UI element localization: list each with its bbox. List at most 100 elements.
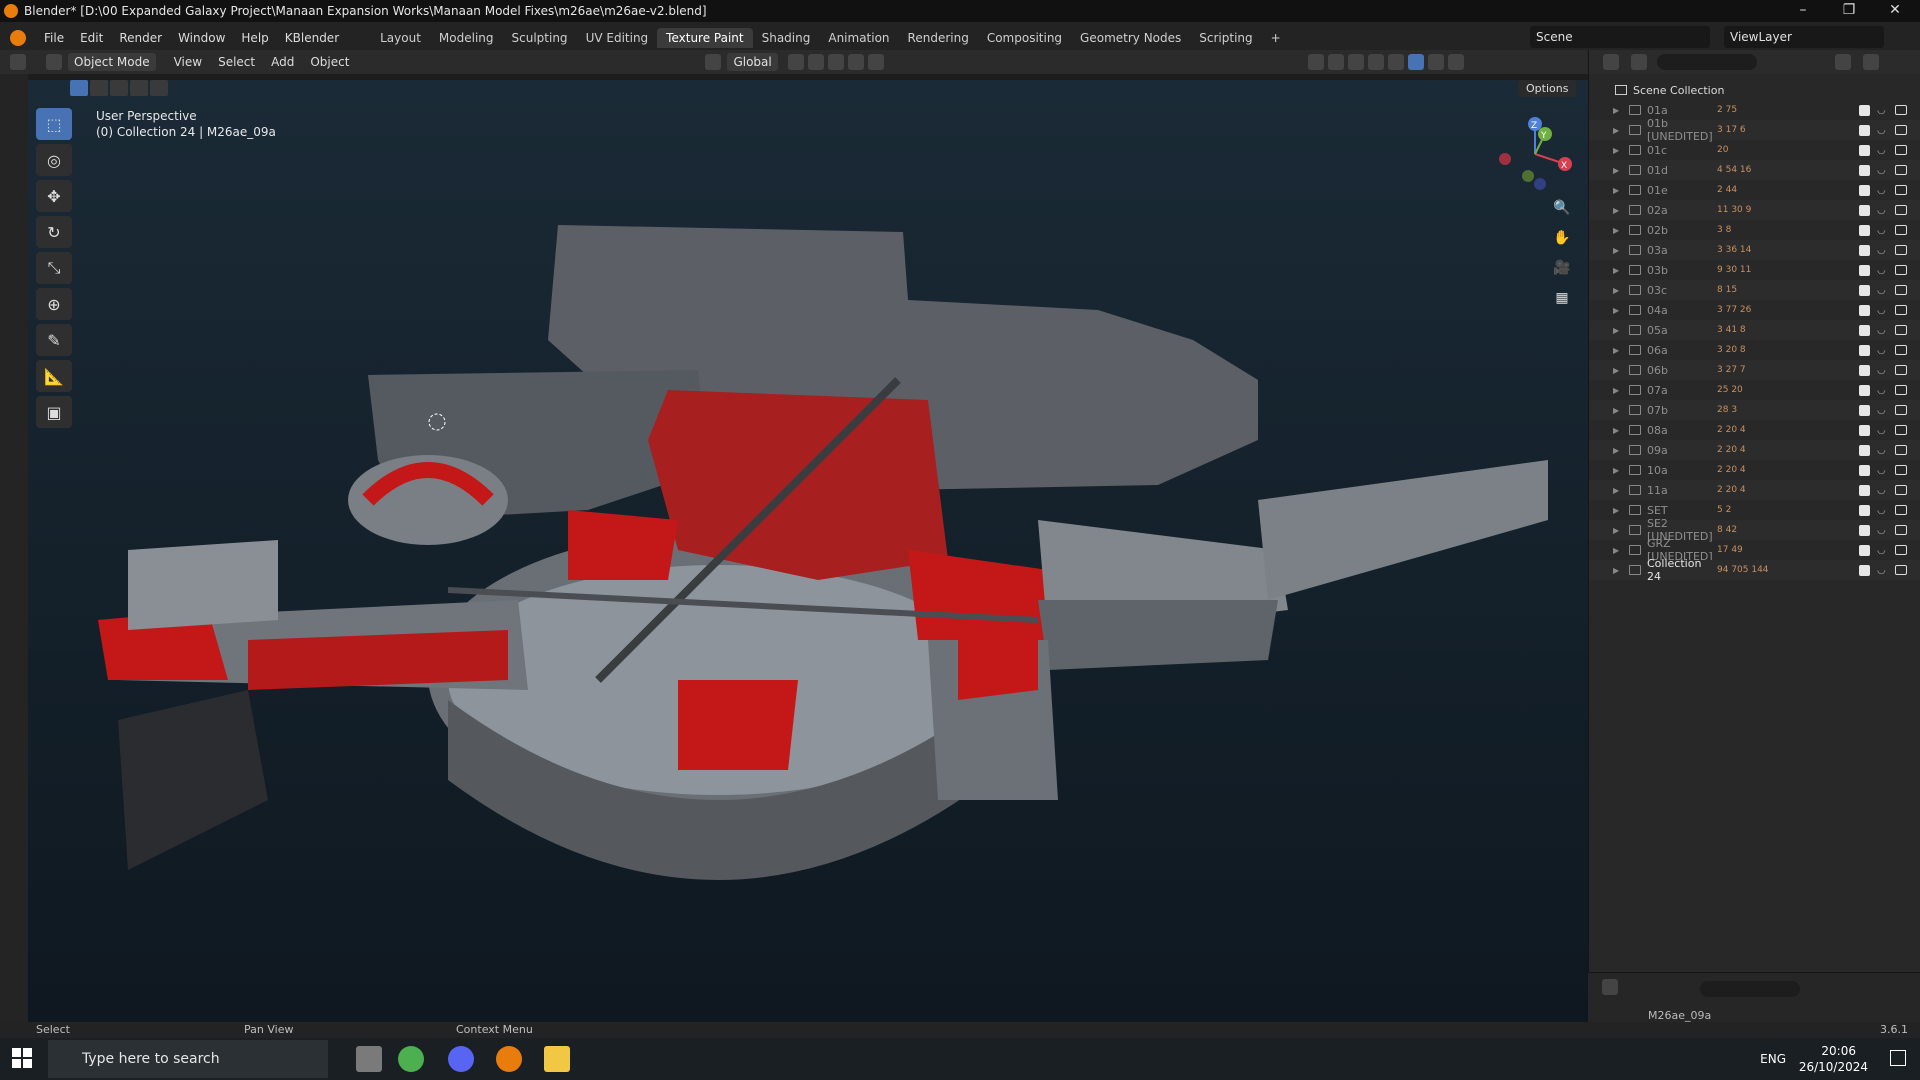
exclude-checkbox[interactable] bbox=[1859, 404, 1870, 416]
rendered-shading-icon[interactable] bbox=[1447, 54, 1464, 70]
proportional-edit-icon[interactable] bbox=[847, 54, 864, 70]
exclude-checkbox[interactable] bbox=[1859, 564, 1870, 576]
exclude-checkbox[interactable] bbox=[1859, 264, 1870, 276]
visibility-eye-icon[interactable]: ◡ bbox=[1877, 405, 1886, 416]
outliner-row[interactable]: ▶ 02a 11 30 9 ◡ bbox=[1589, 200, 1920, 220]
outliner-row[interactable]: ▶ 07a 25 20 ◡ bbox=[1589, 380, 1920, 400]
render-camera-icon[interactable] bbox=[1895, 405, 1907, 415]
outliner-row[interactable]: ▶ 06a 3 20 8 ◡ bbox=[1589, 340, 1920, 360]
visibility-eye-icon[interactable]: ◡ bbox=[1877, 385, 1886, 396]
render-camera-icon[interactable] bbox=[1895, 445, 1907, 455]
render-camera-icon[interactable] bbox=[1895, 525, 1907, 535]
exclude-checkbox[interactable] bbox=[1859, 504, 1870, 516]
visibility-eye-icon[interactable]: ◡ bbox=[1877, 185, 1886, 196]
object-menu[interactable]: Object bbox=[302, 53, 357, 71]
expand-arrow-icon[interactable]: ▶ bbox=[1613, 226, 1625, 235]
select-box-tool-icon[interactable]: ⬚ bbox=[36, 108, 72, 140]
render-camera-icon[interactable] bbox=[1895, 325, 1907, 335]
task-view-icon[interactable] bbox=[356, 1046, 382, 1072]
tab-compositing[interactable]: Compositing bbox=[978, 28, 1071, 48]
visibility-eye-icon[interactable]: ◡ bbox=[1877, 245, 1886, 256]
outliner-row[interactable]: ▶ 05a 3 41 8 ◡ bbox=[1589, 320, 1920, 340]
render-camera-icon[interactable] bbox=[1895, 385, 1907, 395]
pan-hand-icon[interactable]: ✋ bbox=[1550, 226, 1574, 250]
wireframe-shading-icon[interactable] bbox=[1387, 54, 1404, 70]
tab-geometry-nodes[interactable]: Geometry Nodes bbox=[1071, 28, 1190, 48]
outliner-row[interactable]: ▶ 03b 9 30 11 ◡ bbox=[1589, 260, 1920, 280]
view-menu[interactable]: View bbox=[166, 53, 210, 71]
expand-arrow-icon[interactable]: ▶ bbox=[1613, 146, 1625, 155]
expand-arrow-icon[interactable]: ▶ bbox=[1613, 286, 1625, 295]
visibility-eye-icon[interactable]: ◡ bbox=[1877, 365, 1886, 376]
render-camera-icon[interactable] bbox=[1895, 305, 1907, 315]
expand-arrow-icon[interactable]: ▶ bbox=[1613, 386, 1625, 395]
exclude-checkbox[interactable] bbox=[1859, 344, 1870, 356]
visibility-eye-icon[interactable]: ◡ bbox=[1877, 345, 1886, 356]
measure-tool-icon[interactable]: 📐 bbox=[36, 360, 72, 392]
outliner-row[interactable]: ▶ SET 5 2 ◡ bbox=[1589, 500, 1920, 520]
menu-render[interactable]: Render bbox=[111, 31, 170, 45]
menu-help[interactable]: Help bbox=[233, 31, 276, 45]
tab-scripting[interactable]: Scripting bbox=[1190, 28, 1261, 48]
visibility-eye-icon[interactable]: ◡ bbox=[1877, 485, 1886, 496]
render-camera-icon[interactable] bbox=[1895, 485, 1907, 495]
filter-icon[interactable] bbox=[1835, 54, 1851, 70]
render-camera-icon[interactable] bbox=[1895, 225, 1907, 235]
snap-target-icon[interactable] bbox=[827, 54, 844, 70]
expand-arrow-icon[interactable]: ▶ bbox=[1613, 206, 1625, 215]
expand-arrow-icon[interactable]: ▶ bbox=[1613, 246, 1625, 255]
tab-shading[interactable]: Shading bbox=[753, 28, 820, 48]
expand-arrow-icon[interactable]: ▶ bbox=[1613, 446, 1625, 455]
outliner-editor-icon[interactable] bbox=[1603, 54, 1619, 70]
taskbar-search-input[interactable]: Type here to search bbox=[48, 1040, 328, 1078]
maximize-icon[interactable]: ❐ bbox=[1826, 0, 1872, 22]
outliner-row[interactable]: ▶ 01b [UNEDITED] 3 17 6 ◡ bbox=[1589, 117, 1920, 143]
outliner-row[interactable]: ▶ 10a 2 20 4 ◡ bbox=[1589, 460, 1920, 480]
visibility-eye-icon[interactable]: ◡ bbox=[1877, 225, 1886, 236]
outliner-row[interactable]: ▶ 01a 2 75 ◡ bbox=[1589, 100, 1920, 120]
render-camera-icon[interactable] bbox=[1895, 185, 1907, 195]
options-dropdown[interactable]: Options bbox=[1518, 80, 1577, 97]
exclude-checkbox[interactable] bbox=[1859, 184, 1870, 196]
menu-file[interactable]: File bbox=[36, 31, 72, 45]
visibility-eye-icon[interactable]: ◡ bbox=[1877, 125, 1886, 136]
render-camera-icon[interactable] bbox=[1895, 165, 1907, 175]
windows-start-icon[interactable] bbox=[12, 1048, 32, 1068]
scene-selector[interactable]: Scene bbox=[1530, 26, 1710, 48]
visibility-eye-icon[interactable]: ◡ bbox=[1877, 265, 1886, 276]
material-shading-icon[interactable] bbox=[1427, 54, 1444, 70]
render-camera-icon[interactable] bbox=[1895, 105, 1907, 115]
gizmo-neg-z-icon[interactable] bbox=[1534, 178, 1546, 190]
render-camera-icon[interactable] bbox=[1895, 425, 1907, 435]
visibility-eye-icon[interactable]: ◡ bbox=[1877, 445, 1886, 456]
exclude-checkbox[interactable] bbox=[1859, 244, 1870, 256]
add-menu[interactable]: Add bbox=[263, 53, 302, 71]
discord-icon[interactable] bbox=[448, 1046, 474, 1072]
add-cube-tool-icon[interactable]: ▣ bbox=[36, 396, 72, 428]
outliner-row[interactable]: ▶ 07b 28 3 ◡ bbox=[1589, 400, 1920, 420]
outliner-row[interactable]: ▶ GRZ [UNEDITED] 17 49 ◡ bbox=[1589, 537, 1920, 563]
tab-rendering[interactable]: Rendering bbox=[899, 28, 978, 48]
gizmo-neg-x-icon[interactable] bbox=[1499, 153, 1511, 165]
overlay-icon[interactable] bbox=[1347, 54, 1364, 70]
outliner-row[interactable]: ▶ 01d 4 54 16 ◡ bbox=[1589, 160, 1920, 180]
falloff-icon[interactable] bbox=[867, 54, 884, 70]
exclude-checkbox[interactable] bbox=[1859, 484, 1870, 496]
exclude-checkbox[interactable] bbox=[1859, 224, 1870, 236]
outliner-row[interactable]: ▶ 11a 2 20 4 ◡ bbox=[1589, 480, 1920, 500]
minimize-icon[interactable]: – bbox=[1780, 0, 1826, 22]
expand-arrow-icon[interactable]: ▶ bbox=[1613, 546, 1625, 555]
menu-edit[interactable]: Edit bbox=[72, 31, 111, 45]
new-collection-icon[interactable] bbox=[1863, 54, 1879, 70]
properties-editor-icon[interactable] bbox=[1602, 979, 1618, 995]
exclude-checkbox[interactable] bbox=[1859, 304, 1870, 316]
object-mode-dropdown[interactable]: Object Mode bbox=[68, 53, 156, 71]
visibility-eye-icon[interactable]: ◡ bbox=[1877, 525, 1886, 536]
pivot-icon[interactable] bbox=[787, 54, 804, 70]
properties-search-input[interactable] bbox=[1700, 981, 1800, 997]
exclude-checkbox[interactable] bbox=[1859, 324, 1870, 336]
tab-uv-editing[interactable]: UV Editing bbox=[577, 28, 658, 48]
add-workspace-button[interactable]: + bbox=[1262, 28, 1290, 48]
exclude-checkbox[interactable] bbox=[1859, 284, 1870, 296]
outliner-row[interactable]: ▶ 03a 3 36 14 ◡ bbox=[1589, 240, 1920, 260]
